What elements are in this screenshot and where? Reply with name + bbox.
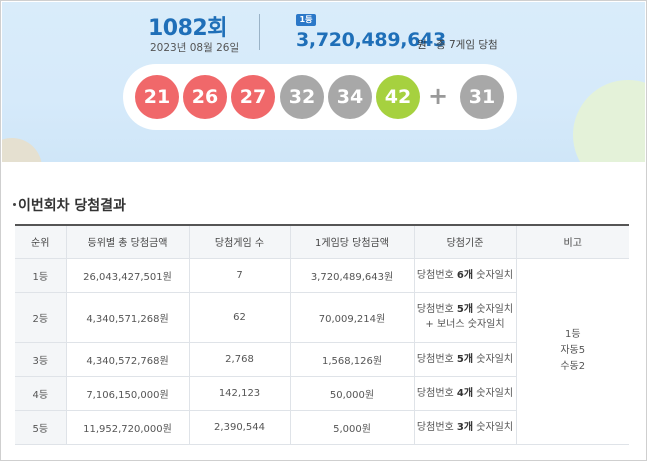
draw-number: 1082회 [148,16,227,41]
rank-cell: 1등 [15,257,67,293]
draw-date: 2023년 08월 26일 [150,42,240,54]
divider [259,14,260,50]
rank-cell: 3등 [15,341,67,377]
winning-games-cell: 142,123 [188,375,291,411]
first-prize-unit: 원 [417,39,427,51]
bonus-ball: 31 [460,75,504,119]
bullet-icon [13,203,16,206]
table-row: 1등 26,043,427,501원 7 3,720,489,643원 당첨번호… [15,257,629,445]
per-game-prize-cell: 70,009,214원 [289,291,415,343]
criteria-cell: 당첨번호 5개 숫자일치 [413,341,516,377]
number-ball: 34 [328,75,372,119]
column-header: 당첨기준 [413,225,517,259]
plus-sign: + [428,82,449,110]
remarks-cell: 1등 자동5 수동2 [515,257,629,445]
number-ball: 26 [183,75,227,119]
total-prize-cell: 4,340,572,768원 [65,341,190,377]
first-prize-badge: 1등 [296,14,316,26]
per-game-prize-cell: 5,000원 [289,409,415,445]
total-prize-cell: 11,952,720,000원 [65,409,190,445]
number-ball: 42 [376,75,420,119]
winning-numbers: 21 26 27 32 34 42 + 31 [123,64,517,130]
column-header: 1게임당 당첨금액 [289,225,415,259]
criteria-cell: 당첨번호 6개 숫자일치 [413,257,517,293]
winning-games-cell: 7 [188,257,291,293]
number-ball: 27 [231,75,275,119]
rank-cell: 2등 [15,291,67,343]
criteria-cell: 당첨번호 3개 숫자일치 [413,409,516,445]
number-ball: 32 [280,75,324,119]
table-header-row: 순위 등위별 총 당첨금액 당첨게임 수 1게임당 당첨금액 당첨기준 비고 [15,225,629,259]
draw-banner: 1082회 2023년 08월 26일 1등 3,720,489,643 원 총… [2,2,645,162]
winning-games-cell: 62 [188,291,291,343]
criteria-cell: 당첨번호 4개 숫자일치 [413,375,516,411]
column-header: 당첨게임 수 [188,225,291,259]
rank-cell: 4등 [15,375,67,411]
per-game-prize-cell: 1,568,126원 [289,341,415,377]
column-header: 비고 [515,225,629,259]
total-prize-cell: 26,043,427,501원 [65,257,190,293]
winning-games-cell: 2,768 [188,341,291,377]
per-game-prize-cell: 50,000원 [289,375,415,411]
column-header: 순위 [15,225,67,259]
winning-games-cell: 2,390,544 [188,409,291,445]
decorative-circle [2,138,42,162]
results-table: 순위 등위별 총 당첨금액 당첨게임 수 1게임당 당첨금액 당첨기준 비고 1… [15,224,629,445]
per-game-prize-cell: 3,720,489,643원 [289,257,415,293]
section-title: 이번회차 당첨결과 [18,198,126,214]
number-ball: 21 [135,75,179,119]
rank-cell: 5등 [15,409,67,445]
lotto-result-panel: 1082회 2023년 08월 26일 1등 3,720,489,643 원 총… [0,0,647,461]
first-prize-winners: 총 7게임 당첨 [436,39,498,51]
column-header: 등위별 총 당첨금액 [65,225,190,259]
decorative-circle [573,80,645,162]
criteria-cell: 당첨번호 5개 숫자일치 + 보너스 숫자일치 [413,291,516,343]
total-prize-cell: 7,106,150,000원 [65,375,190,411]
total-prize-cell: 4,340,571,268원 [65,291,190,343]
